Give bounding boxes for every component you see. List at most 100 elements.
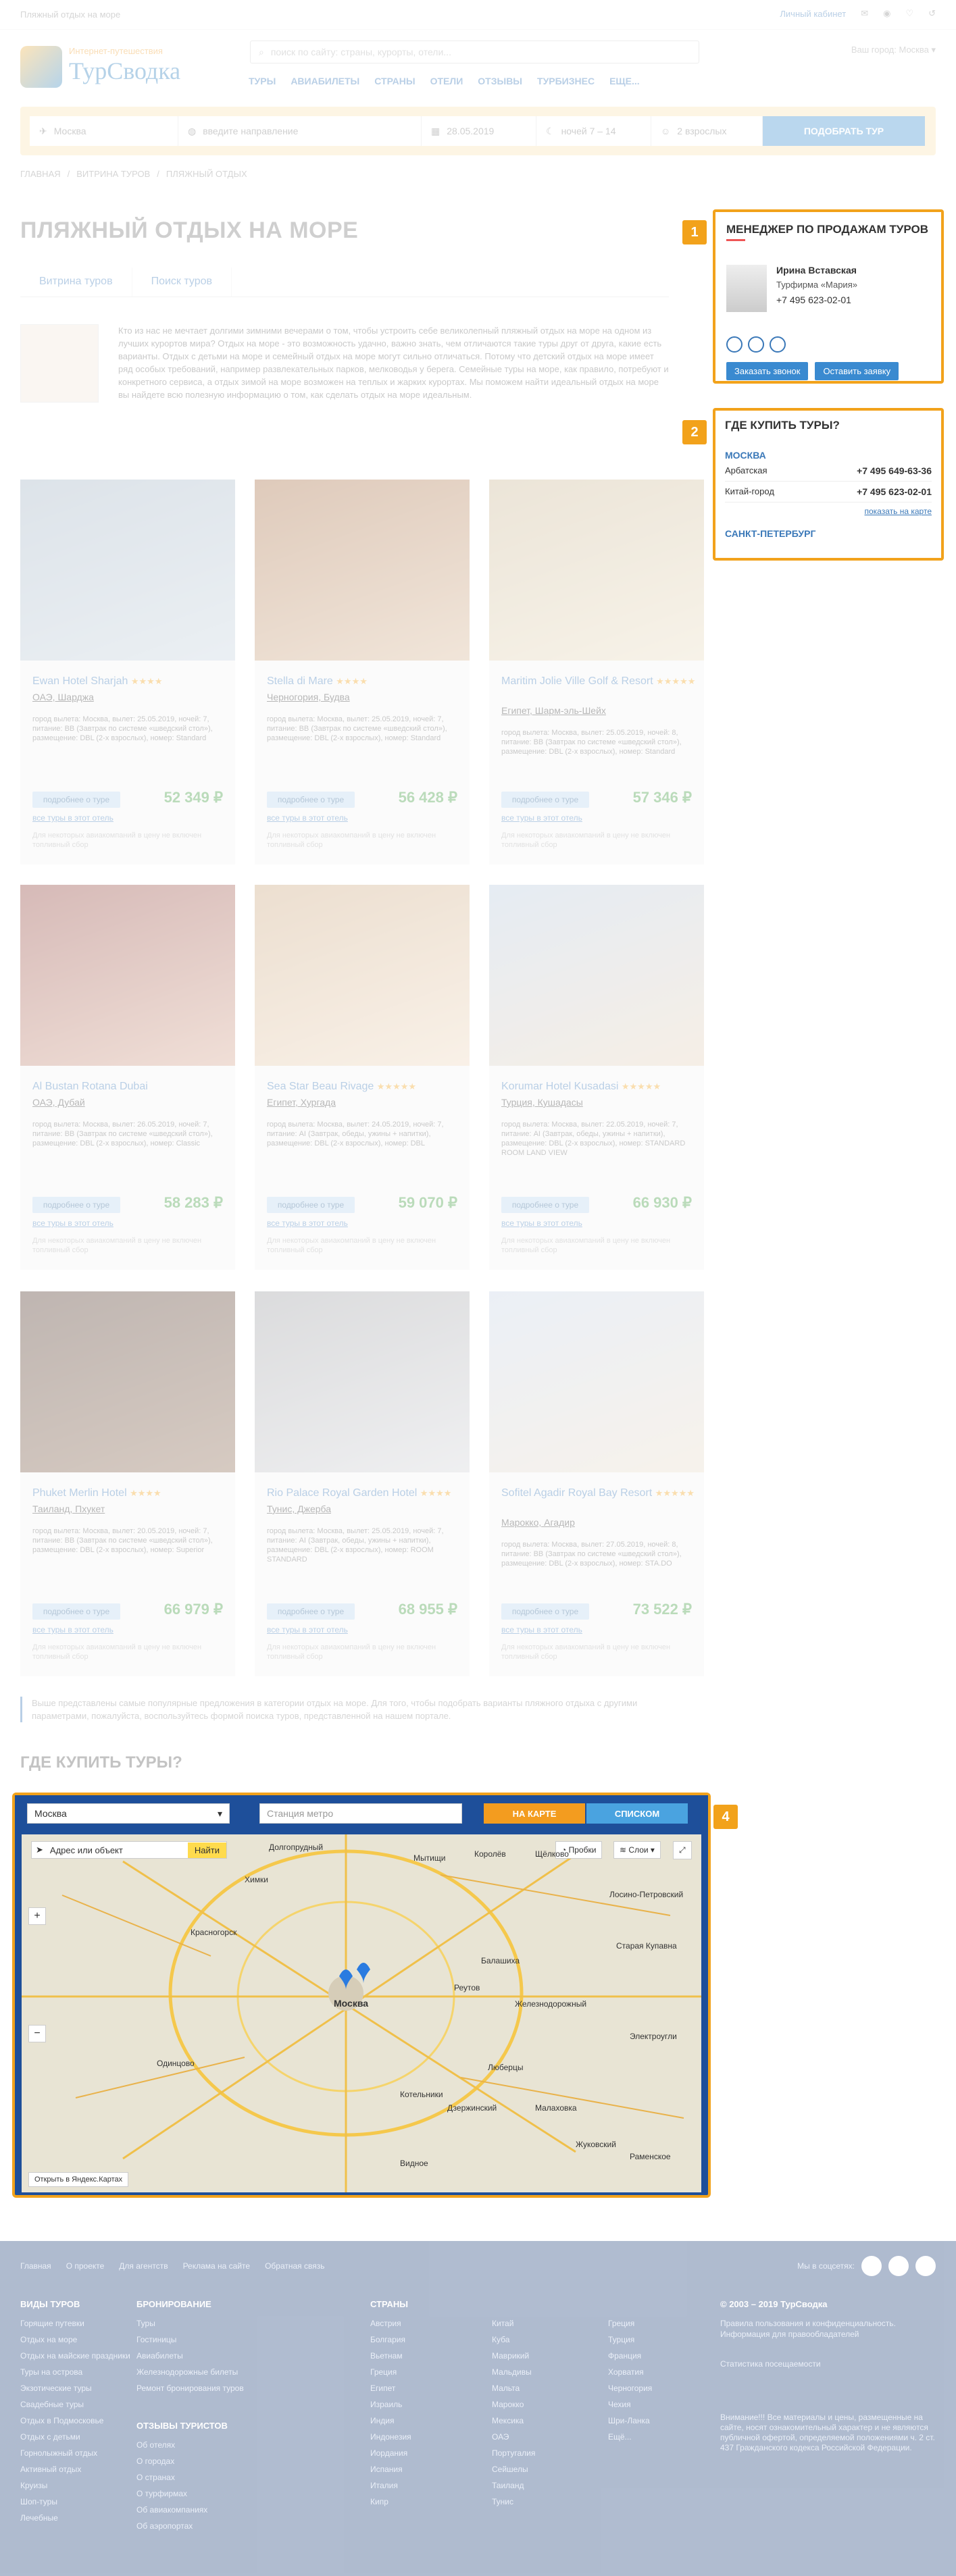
hotel-name[interactable]: Sea Star Beau Rivage ★★★★★ xyxy=(267,1081,463,1093)
heart-icon[interactable]: ♡ xyxy=(905,8,913,19)
footer-item[interactable]: Индонезия xyxy=(370,2429,411,2445)
all-tours-link[interactable]: все туры в этот отель xyxy=(32,813,114,823)
tour-details-button[interactable]: подробнее о туре xyxy=(32,792,120,808)
map-address-search[interactable]: ➤ Адрес или объект Найти xyxy=(31,1841,227,1859)
site-search-input[interactable]: ⌕ поиск по сайту: страны, курорты, отели… xyxy=(250,41,699,63)
footer-item[interactable]: Хорватия xyxy=(608,2364,652,2380)
metro-input[interactable]: Станция метро xyxy=(259,1803,462,1824)
footer-item[interactable]: Горящие путевки xyxy=(20,2315,130,2332)
footer-item[interactable]: Испания xyxy=(370,2461,411,2477)
footer-item[interactable]: Австрия xyxy=(370,2315,411,2332)
layers-button[interactable]: ≋ Слои ▾ xyxy=(613,1841,661,1859)
footer-item[interactable]: Отдых в Подмосковье xyxy=(20,2413,130,2429)
footer-item[interactable]: Туры на острова xyxy=(20,2364,130,2380)
breadcrumb-showcase[interactable]: ВИТРИНА ТУРОВ xyxy=(76,169,150,179)
hotel-location[interactable]: ОАЭ, Шарджа xyxy=(32,692,94,702)
destination-field[interactable]: ◍ введите направление xyxy=(178,116,422,146)
breadcrumb-home[interactable]: ГЛАВНАЯ xyxy=(20,169,61,179)
footer-item[interactable]: Маврикий xyxy=(492,2348,535,2364)
footer-item[interactable]: Франция xyxy=(608,2348,652,2364)
footer-item[interactable]: Активный отдых xyxy=(20,2461,130,2477)
footer-item[interactable]: Гостиницы xyxy=(136,2332,244,2348)
hotel-location[interactable]: Египет, Хургада xyxy=(267,1097,336,1108)
footer-item[interactable]: Израиль xyxy=(370,2396,411,2413)
mail-icon[interactable]: ✉ xyxy=(861,8,868,19)
all-tours-link[interactable]: все туры в этот отель xyxy=(267,1625,348,1634)
hotel-location[interactable]: Египет, Шарм-эль-Шейх xyxy=(501,705,606,716)
footer-item[interactable]: Египет xyxy=(370,2380,411,2396)
footer-link[interactable]: Обратная связь xyxy=(265,2261,324,2271)
footer-item[interactable]: Таиланд xyxy=(492,2477,535,2494)
eye-icon[interactable]: ◉ xyxy=(883,8,890,19)
tour-details-button[interactable]: подробнее о туре xyxy=(501,792,589,808)
tour-details-button[interactable]: подробнее о туре xyxy=(267,792,355,808)
hotel-location[interactable]: Турция, Кушадасы xyxy=(501,1097,583,1108)
show-on-map-link[interactable]: показать на карте xyxy=(725,507,932,516)
map-canvas[interactable]: ➤ Адрес или объект Найти ◔ Пробки ≋ Слои… xyxy=(22,1834,701,2192)
hotel-name[interactable]: Korumar Hotel Kusadasi ★★★★★ xyxy=(501,1081,697,1093)
policy-link[interactable]: Правила пользования и конфиденциальность… xyxy=(720,2318,936,2340)
footer-item[interactable]: Иордания xyxy=(370,2445,411,2461)
footer-item[interactable]: ОАЭ xyxy=(492,2429,535,2445)
footer-item[interactable]: Тунис xyxy=(492,2494,535,2510)
locate-icon[interactable]: ➤ xyxy=(36,1845,43,1855)
hotel-name[interactable]: Rio Palace Royal Garden Hotel ★★★★ xyxy=(267,1487,463,1499)
footer-item[interactable]: Отдых с детьми xyxy=(20,2429,130,2445)
all-tours-link[interactable]: все туры в этот отель xyxy=(501,1218,582,1228)
find-tour-button[interactable]: ПОДОБРАТЬ ТУР xyxy=(763,116,925,146)
hotel-location[interactable]: Марокко, Агадир xyxy=(501,1517,575,1528)
hotel-photo[interactable] xyxy=(489,480,704,661)
all-tours-link[interactable]: все туры в этот отель xyxy=(501,813,582,823)
on-map-button[interactable]: НА КАРТЕ xyxy=(484,1803,585,1824)
tour-details-button[interactable]: подробнее о туре xyxy=(267,1197,355,1213)
fullscreen-icon[interactable]: ⤢ xyxy=(673,1841,692,1859)
footer-item[interactable]: О странах xyxy=(136,2469,228,2485)
footer-item[interactable]: О турфирмах xyxy=(136,2485,228,2502)
footer-item[interactable]: Шоп-туры xyxy=(20,2494,130,2510)
tour-details-button[interactable]: подробнее о туре xyxy=(267,1603,355,1620)
footer-item[interactable]: Об авиакомпаниях xyxy=(136,2502,228,2518)
history-icon[interactable]: ↺ xyxy=(928,8,936,19)
hotel-location[interactable]: ОАЭ, Дубай xyxy=(32,1097,85,1108)
vk-icon[interactable] xyxy=(888,2256,909,2276)
footer-item[interactable]: Мальта xyxy=(492,2380,535,2396)
hotel-photo[interactable] xyxy=(255,885,470,1066)
footer-item[interactable]: Мексика xyxy=(492,2413,535,2429)
footer-item[interactable]: Черногория xyxy=(608,2380,652,2396)
tab-search[interactable]: Поиск туров xyxy=(132,267,232,297)
footer-item[interactable]: Вьетнам xyxy=(370,2348,411,2364)
whatsapp-icon[interactable] xyxy=(726,336,743,353)
hotel-photo[interactable] xyxy=(489,885,704,1066)
hotel-photo[interactable] xyxy=(255,1291,470,1472)
open-yandex-maps-link[interactable]: Открыть в Яндекс.Картах xyxy=(28,2172,129,2187)
office-row[interactable]: Китай-город +7 495 623-02-01 xyxy=(725,482,932,503)
cabinet-link[interactable]: Личный кабинет xyxy=(780,9,846,19)
footer-item[interactable]: Марокко xyxy=(492,2396,535,2413)
tour-details-button[interactable]: подробнее о туре xyxy=(501,1197,589,1213)
hotel-location[interactable]: Черногория, Будва xyxy=(267,692,350,702)
hotel-photo[interactable] xyxy=(20,1291,235,1472)
footer-item[interactable]: Греция xyxy=(608,2315,652,2332)
footer-item[interactable]: Горнолыжный отдых xyxy=(20,2445,130,2461)
manager-phone[interactable]: +7 495 623-02-01 xyxy=(776,294,851,305)
footer-link[interactable]: Реклама на сайте xyxy=(183,2261,251,2271)
footer-link[interactable]: О проекте xyxy=(66,2261,105,2271)
footer-item[interactable]: Отдых на майские праздники xyxy=(20,2348,130,2364)
footer-item[interactable]: Ещё... xyxy=(608,2429,652,2445)
nav-more[interactable]: ЕЩЕ... xyxy=(609,76,640,86)
footer-item[interactable]: Авиабилеты xyxy=(136,2348,244,2364)
order-call-button[interactable]: Заказать звонок xyxy=(726,362,809,380)
facebook-icon[interactable] xyxy=(861,2256,882,2276)
footer-item[interactable]: Болгария xyxy=(370,2332,411,2348)
nav-countries[interactable]: СТРАНЫ xyxy=(374,76,415,86)
nav-business[interactable]: ТУРБИЗНЕС xyxy=(537,76,595,86)
date-field[interactable]: ▦ 28.05.2019 xyxy=(422,116,536,146)
nav-tours[interactable]: ТУРЫ xyxy=(249,76,276,86)
all-tours-link[interactable]: все туры в этот отель xyxy=(267,813,348,823)
hotel-photo[interactable] xyxy=(20,885,235,1066)
map-city-select[interactable]: Москва ▾ xyxy=(27,1803,230,1824)
footer-item[interactable]: Чехия xyxy=(608,2396,652,2413)
footer-link[interactable]: Для агентств xyxy=(119,2261,168,2271)
office-row[interactable]: Арбатская +7 495 649-63-36 xyxy=(725,461,932,482)
zoom-in-button[interactable]: + xyxy=(28,1907,46,1925)
